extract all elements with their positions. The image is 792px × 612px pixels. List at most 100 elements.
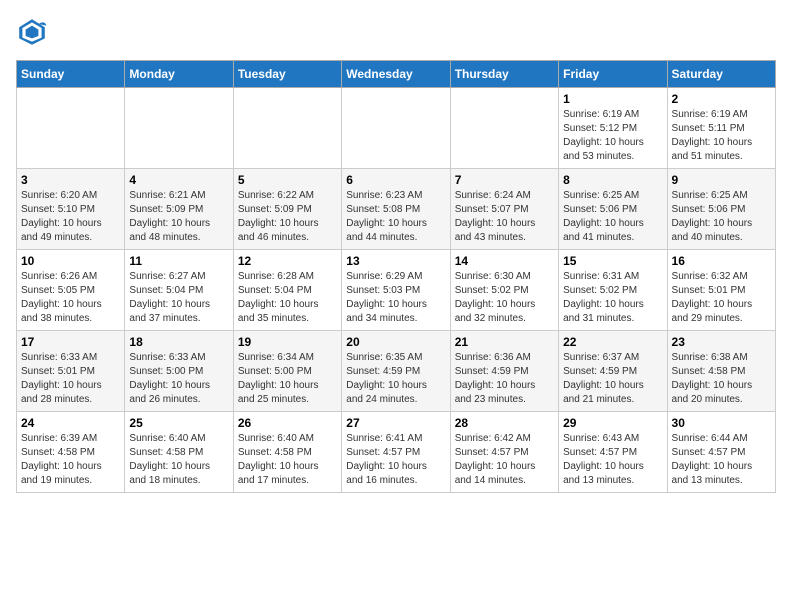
calendar-cell: 25 Sunrise: 6:40 AM Sunset: 4:58 PM Dayli… — [125, 412, 233, 493]
day-number: 25 — [129, 416, 228, 430]
logo-icon — [16, 16, 48, 48]
day-info: Sunrise: 6:42 AM Sunset: 4:57 PM Dayligh… — [455, 432, 554, 488]
day-info: Sunrise: 6:35 AM Sunset: 4:59 PM Dayligh… — [346, 351, 445, 407]
day-number: 3 — [21, 173, 120, 187]
calendar-cell: 17 Sunrise: 6:33 AM Sunset: 5:01 PM Dayli… — [17, 331, 125, 412]
day-number: 6 — [346, 173, 445, 187]
day-number: 28 — [455, 416, 554, 430]
calendar-header: SundayMondayTuesdayWednesdayThursdayFrid… — [17, 61, 776, 88]
calendar-cell: 18 Sunrise: 6:33 AM Sunset: 5:00 PM Dayli… — [125, 331, 233, 412]
day-number: 10 — [21, 254, 120, 268]
logo — [16, 16, 52, 48]
calendar-cell: 16Sunrise: 6:32 AM Sunset: 5:01 PM Dayli… — [667, 250, 775, 331]
weekday-header-sunday: Sunday — [17, 61, 125, 88]
week-row-5: 24 Sunrise: 6:39 AM Sunset: 4:58 PM Dayli… — [17, 412, 776, 493]
day-number: 23 — [672, 335, 771, 349]
day-info: Sunrise: 6:28 AM Sunset: 5:04 PM Dayligh… — [238, 270, 337, 326]
day-number: 24 — [21, 416, 120, 430]
calendar-cell: 13 Sunrise: 6:29 AM Sunset: 5:03 PM Dayli… — [342, 250, 450, 331]
day-number: 1 — [563, 92, 662, 106]
calendar-cell: 11Sunrise: 6:27 AM Sunset: 5:04 PM Dayli… — [125, 250, 233, 331]
day-info: Sunrise: 6:34 AM Sunset: 5:00 PM Dayligh… — [238, 351, 337, 407]
day-info: Sunrise: 6:19 AM Sunset: 5:12 PM Dayligh… — [563, 108, 662, 164]
day-info: Sunrise: 6:37 AM Sunset: 4:59 PM Dayligh… — [563, 351, 662, 407]
calendar-cell: 30 Sunrise: 6:44 AM Sunset: 4:57 PM Dayli… — [667, 412, 775, 493]
day-info: Sunrise: 6:40 AM Sunset: 4:58 PM Dayligh… — [129, 432, 228, 488]
calendar-cell: 26 Sunrise: 6:40 AM Sunset: 4:58 PM Dayli… — [233, 412, 341, 493]
calendar-cell: 3 Sunrise: 6:20 AM Sunset: 5:10 PM Daylig… — [17, 169, 125, 250]
calendar-cell: 23 Sunrise: 6:38 AM Sunset: 4:58 PM Dayli… — [667, 331, 775, 412]
day-info: Sunrise: 6:33 AM Sunset: 5:00 PM Dayligh… — [129, 351, 228, 407]
calendar-cell: 29Sunrise: 6:43 AM Sunset: 4:57 PM Dayli… — [559, 412, 667, 493]
day-number: 16 — [672, 254, 771, 268]
day-info: Sunrise: 6:22 AM Sunset: 5:09 PM Dayligh… — [238, 189, 337, 245]
day-info: Sunrise: 6:43 AM Sunset: 4:57 PM Dayligh… — [563, 432, 662, 488]
day-number: 2 — [672, 92, 771, 106]
day-info: Sunrise: 6:23 AM Sunset: 5:08 PM Dayligh… — [346, 189, 445, 245]
calendar-cell: 5 Sunrise: 6:22 AM Sunset: 5:09 PM Daylig… — [233, 169, 341, 250]
weekday-row: SundayMondayTuesdayWednesdayThursdayFrid… — [17, 61, 776, 88]
calendar-cell — [342, 88, 450, 169]
day-info: Sunrise: 6:30 AM Sunset: 5:02 PM Dayligh… — [455, 270, 554, 326]
day-number: 12 — [238, 254, 337, 268]
calendar-cell: 24 Sunrise: 6:39 AM Sunset: 4:58 PM Dayli… — [17, 412, 125, 493]
calendar-cell: 14 Sunrise: 6:30 AM Sunset: 5:02 PM Dayli… — [450, 250, 558, 331]
calendar-table: SundayMondayTuesdayWednesdayThursdayFrid… — [16, 60, 776, 493]
day-number: 17 — [21, 335, 120, 349]
page-header — [16, 16, 776, 48]
day-info: Sunrise: 6:24 AM Sunset: 5:07 PM Dayligh… — [455, 189, 554, 245]
calendar-cell — [17, 88, 125, 169]
day-info: Sunrise: 6:26 AM Sunset: 5:05 PM Dayligh… — [21, 270, 120, 326]
calendar-cell: 10 Sunrise: 6:26 AM Sunset: 5:05 PM Dayli… — [17, 250, 125, 331]
calendar-cell: 7 Sunrise: 6:24 AM Sunset: 5:07 PM Daylig… — [450, 169, 558, 250]
calendar-cell: 27 Sunrise: 6:41 AM Sunset: 4:57 PM Dayli… — [342, 412, 450, 493]
day-number: 27 — [346, 416, 445, 430]
calendar-cell — [450, 88, 558, 169]
weekday-header-monday: Monday — [125, 61, 233, 88]
calendar-cell: 6 Sunrise: 6:23 AM Sunset: 5:08 PM Daylig… — [342, 169, 450, 250]
weekday-header-saturday: Saturday — [667, 61, 775, 88]
day-number: 11 — [129, 254, 228, 268]
day-info: Sunrise: 6:40 AM Sunset: 4:58 PM Dayligh… — [238, 432, 337, 488]
calendar-cell: 20 Sunrise: 6:35 AM Sunset: 4:59 PM Dayli… — [342, 331, 450, 412]
day-number: 5 — [238, 173, 337, 187]
calendar-cell: 12 Sunrise: 6:28 AM Sunset: 5:04 PM Dayli… — [233, 250, 341, 331]
day-number: 14 — [455, 254, 554, 268]
day-number: 13 — [346, 254, 445, 268]
week-row-1: 1 Sunrise: 6:19 AM Sunset: 5:12 PM Daylig… — [17, 88, 776, 169]
calendar-cell — [233, 88, 341, 169]
day-number: 21 — [455, 335, 554, 349]
day-info: Sunrise: 6:19 AM Sunset: 5:11 PM Dayligh… — [672, 108, 771, 164]
day-info: Sunrise: 6:20 AM Sunset: 5:10 PM Dayligh… — [21, 189, 120, 245]
calendar-cell: 15 Sunrise: 6:31 AM Sunset: 5:02 PM Dayli… — [559, 250, 667, 331]
calendar-cell: 22Sunrise: 6:37 AM Sunset: 4:59 PM Dayli… — [559, 331, 667, 412]
day-info: Sunrise: 6:33 AM Sunset: 5:01 PM Dayligh… — [21, 351, 120, 407]
day-info: Sunrise: 6:41 AM Sunset: 4:57 PM Dayligh… — [346, 432, 445, 488]
day-info: Sunrise: 6:31 AM Sunset: 5:02 PM Dayligh… — [563, 270, 662, 326]
calendar-cell: 9Sunrise: 6:25 AM Sunset: 5:06 PM Daylig… — [667, 169, 775, 250]
calendar-cell: 2 Sunrise: 6:19 AM Sunset: 5:11 PM Daylig… — [667, 88, 775, 169]
day-number: 7 — [455, 173, 554, 187]
calendar-cell: 19Sunrise: 6:34 AM Sunset: 5:00 PM Dayli… — [233, 331, 341, 412]
day-info: Sunrise: 6:25 AM Sunset: 5:06 PM Dayligh… — [672, 189, 771, 245]
day-info: Sunrise: 6:44 AM Sunset: 4:57 PM Dayligh… — [672, 432, 771, 488]
day-number: 18 — [129, 335, 228, 349]
calendar-cell — [125, 88, 233, 169]
calendar-cell: 1 Sunrise: 6:19 AM Sunset: 5:12 PM Daylig… — [559, 88, 667, 169]
week-row-4: 17 Sunrise: 6:33 AM Sunset: 5:01 PM Dayli… — [17, 331, 776, 412]
day-number: 20 — [346, 335, 445, 349]
calendar-cell: 8 Sunrise: 6:25 AM Sunset: 5:06 PM Daylig… — [559, 169, 667, 250]
day-number: 8 — [563, 173, 662, 187]
day-number: 15 — [563, 254, 662, 268]
day-info: Sunrise: 6:39 AM Sunset: 4:58 PM Dayligh… — [21, 432, 120, 488]
day-info: Sunrise: 6:25 AM Sunset: 5:06 PM Dayligh… — [563, 189, 662, 245]
day-number: 26 — [238, 416, 337, 430]
calendar-cell: 21 Sunrise: 6:36 AM Sunset: 4:59 PM Dayli… — [450, 331, 558, 412]
day-info: Sunrise: 6:29 AM Sunset: 5:03 PM Dayligh… — [346, 270, 445, 326]
day-info: Sunrise: 6:21 AM Sunset: 5:09 PM Dayligh… — [129, 189, 228, 245]
calendar-cell: 4Sunrise: 6:21 AM Sunset: 5:09 PM Daylig… — [125, 169, 233, 250]
day-number: 30 — [672, 416, 771, 430]
day-info: Sunrise: 6:38 AM Sunset: 4:58 PM Dayligh… — [672, 351, 771, 407]
day-info: Sunrise: 6:36 AM Sunset: 4:59 PM Dayligh… — [455, 351, 554, 407]
week-row-3: 10 Sunrise: 6:26 AM Sunset: 5:05 PM Dayli… — [17, 250, 776, 331]
